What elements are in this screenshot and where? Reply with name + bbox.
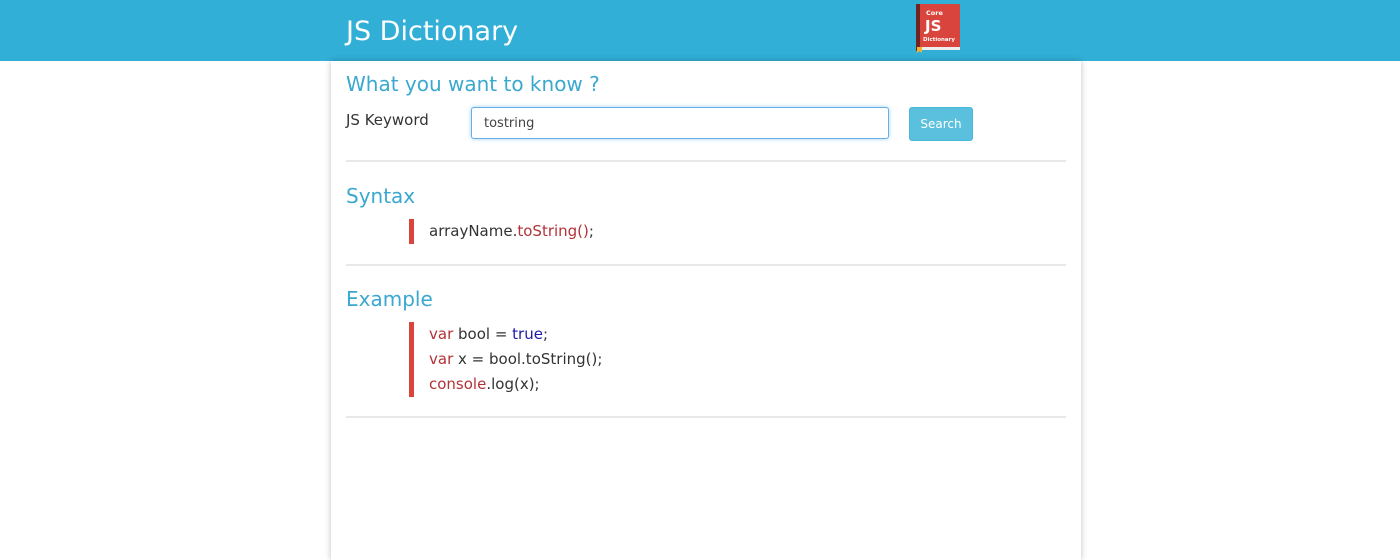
code-text: bool = [453, 325, 513, 343]
syntax-code-block: arrayName.toString(); [409, 219, 594, 244]
example-code-line: var x = bool.toString(); [429, 347, 602, 372]
example-code-block: var bool = true; var x = bool.toString()… [409, 322, 602, 397]
search-heading: What you want to know ? [346, 72, 600, 96]
book-logo-icon: Core JS Dictionary [916, 4, 960, 53]
keyword-label: JS Keyword [346, 111, 429, 129]
code-method: toString() [517, 222, 589, 240]
code-end: ; [588, 222, 594, 240]
keyword-search-input[interactable] [471, 107, 889, 139]
code-text: ; [542, 325, 549, 343]
code-text: .log(x); [486, 375, 540, 393]
divider-syntax [346, 264, 1066, 266]
example-code-line: console.log(x); [429, 372, 602, 397]
example-heading: Example [346, 287, 433, 311]
logo-text-dictionary: Dictionary [923, 37, 955, 43]
app-title: JS Dictionary [346, 16, 519, 47]
syntax-code-line: arrayName.toString(); [429, 219, 594, 244]
code-keyword: var [429, 350, 454, 368]
syntax-heading: Syntax [346, 184, 416, 208]
divider-search [346, 160, 1066, 162]
top-header-bar: JS Dictionary Core JS Dictionary [0, 0, 1400, 61]
code-literal: true [512, 325, 543, 343]
code-keyword: var [429, 325, 454, 343]
example-code-line: var bool = true; [429, 322, 602, 347]
logo-text-core: Core [926, 9, 943, 17]
logo-text-js: JS [924, 17, 941, 35]
code-text: x = bool.toString(); [453, 350, 603, 368]
divider-example [346, 416, 1066, 418]
code-function: console [429, 375, 487, 393]
code-object: arrayName. [429, 222, 518, 240]
search-button[interactable]: Search [909, 107, 973, 141]
content-panel: What you want to know ? JS Keyword Searc… [331, 61, 1081, 560]
